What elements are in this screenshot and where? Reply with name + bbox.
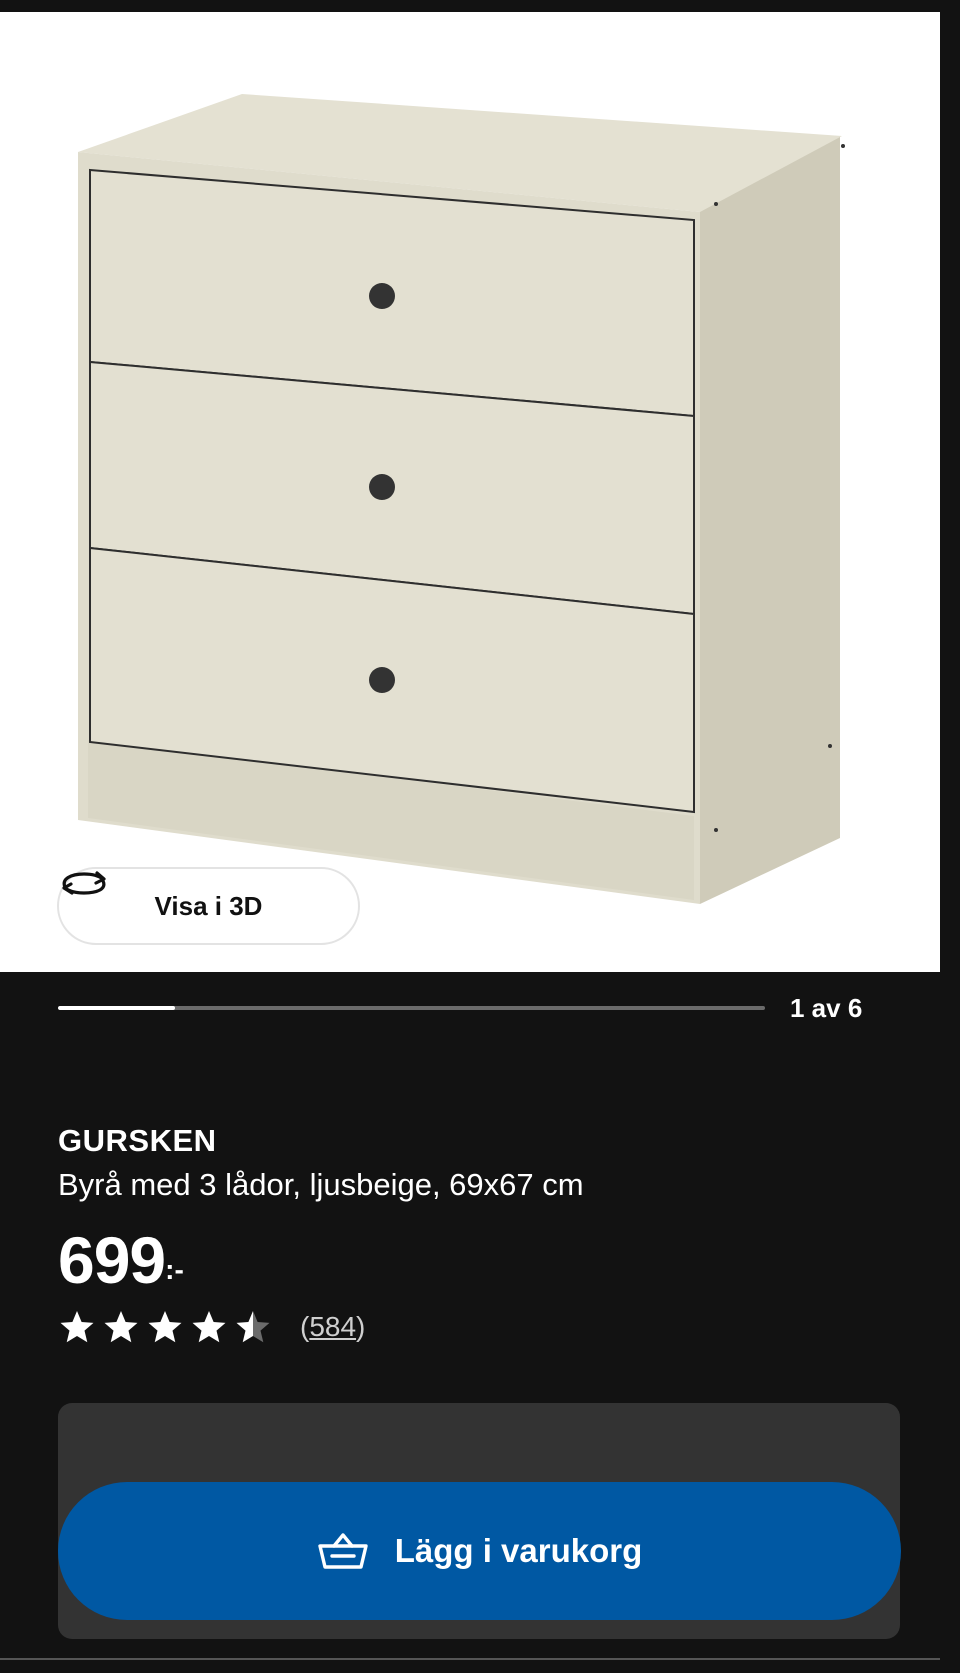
status-bar bbox=[0, 0, 960, 12]
view-in-3d-label: Visa i 3D bbox=[154, 890, 263, 921]
add-to-cart-label: Lägg i varukorg bbox=[394, 1532, 643, 1569]
view-in-3d-button[interactable]: Visa i 3D bbox=[57, 867, 360, 945]
price-amount: 699 bbox=[58, 1223, 166, 1297]
star-icon bbox=[192, 1311, 226, 1343]
star-icon bbox=[148, 1311, 182, 1343]
star-icon bbox=[236, 1311, 270, 1343]
rotate-3d-icon bbox=[62, 871, 106, 895]
product-rating: (584) bbox=[58, 1307, 365, 1347]
rating-stars bbox=[58, 1309, 272, 1345]
product-name: GURSKEN bbox=[58, 1123, 217, 1158]
product-image-gallery[interactable]: Visa i 3D bbox=[0, 12, 940, 972]
gallery-page-counter: 1 av 6 bbox=[790, 993, 863, 1023]
star-icon bbox=[60, 1311, 94, 1343]
product-price: 699:- bbox=[58, 1222, 184, 1298]
star-icon bbox=[104, 1311, 138, 1343]
review-count-number: 584 bbox=[309, 1311, 357, 1342]
price-suffix: :- bbox=[165, 1254, 184, 1285]
right-edge bbox=[940, 0, 960, 1673]
gallery-progress-bar bbox=[58, 1006, 765, 1010]
add-to-cart-button[interactable]: Lägg i varukorg bbox=[58, 1482, 901, 1620]
product-image bbox=[78, 94, 845, 904]
product-description: Byrå med 3 lådor, ljusbeige, 69x67 cm bbox=[58, 1167, 584, 1202]
shopping-basket-icon bbox=[318, 1533, 368, 1569]
bottom-divider bbox=[0, 1658, 940, 1660]
review-count-link[interactable]: (584) bbox=[300, 1311, 365, 1343]
gallery-progress-fill bbox=[58, 1006, 175, 1010]
